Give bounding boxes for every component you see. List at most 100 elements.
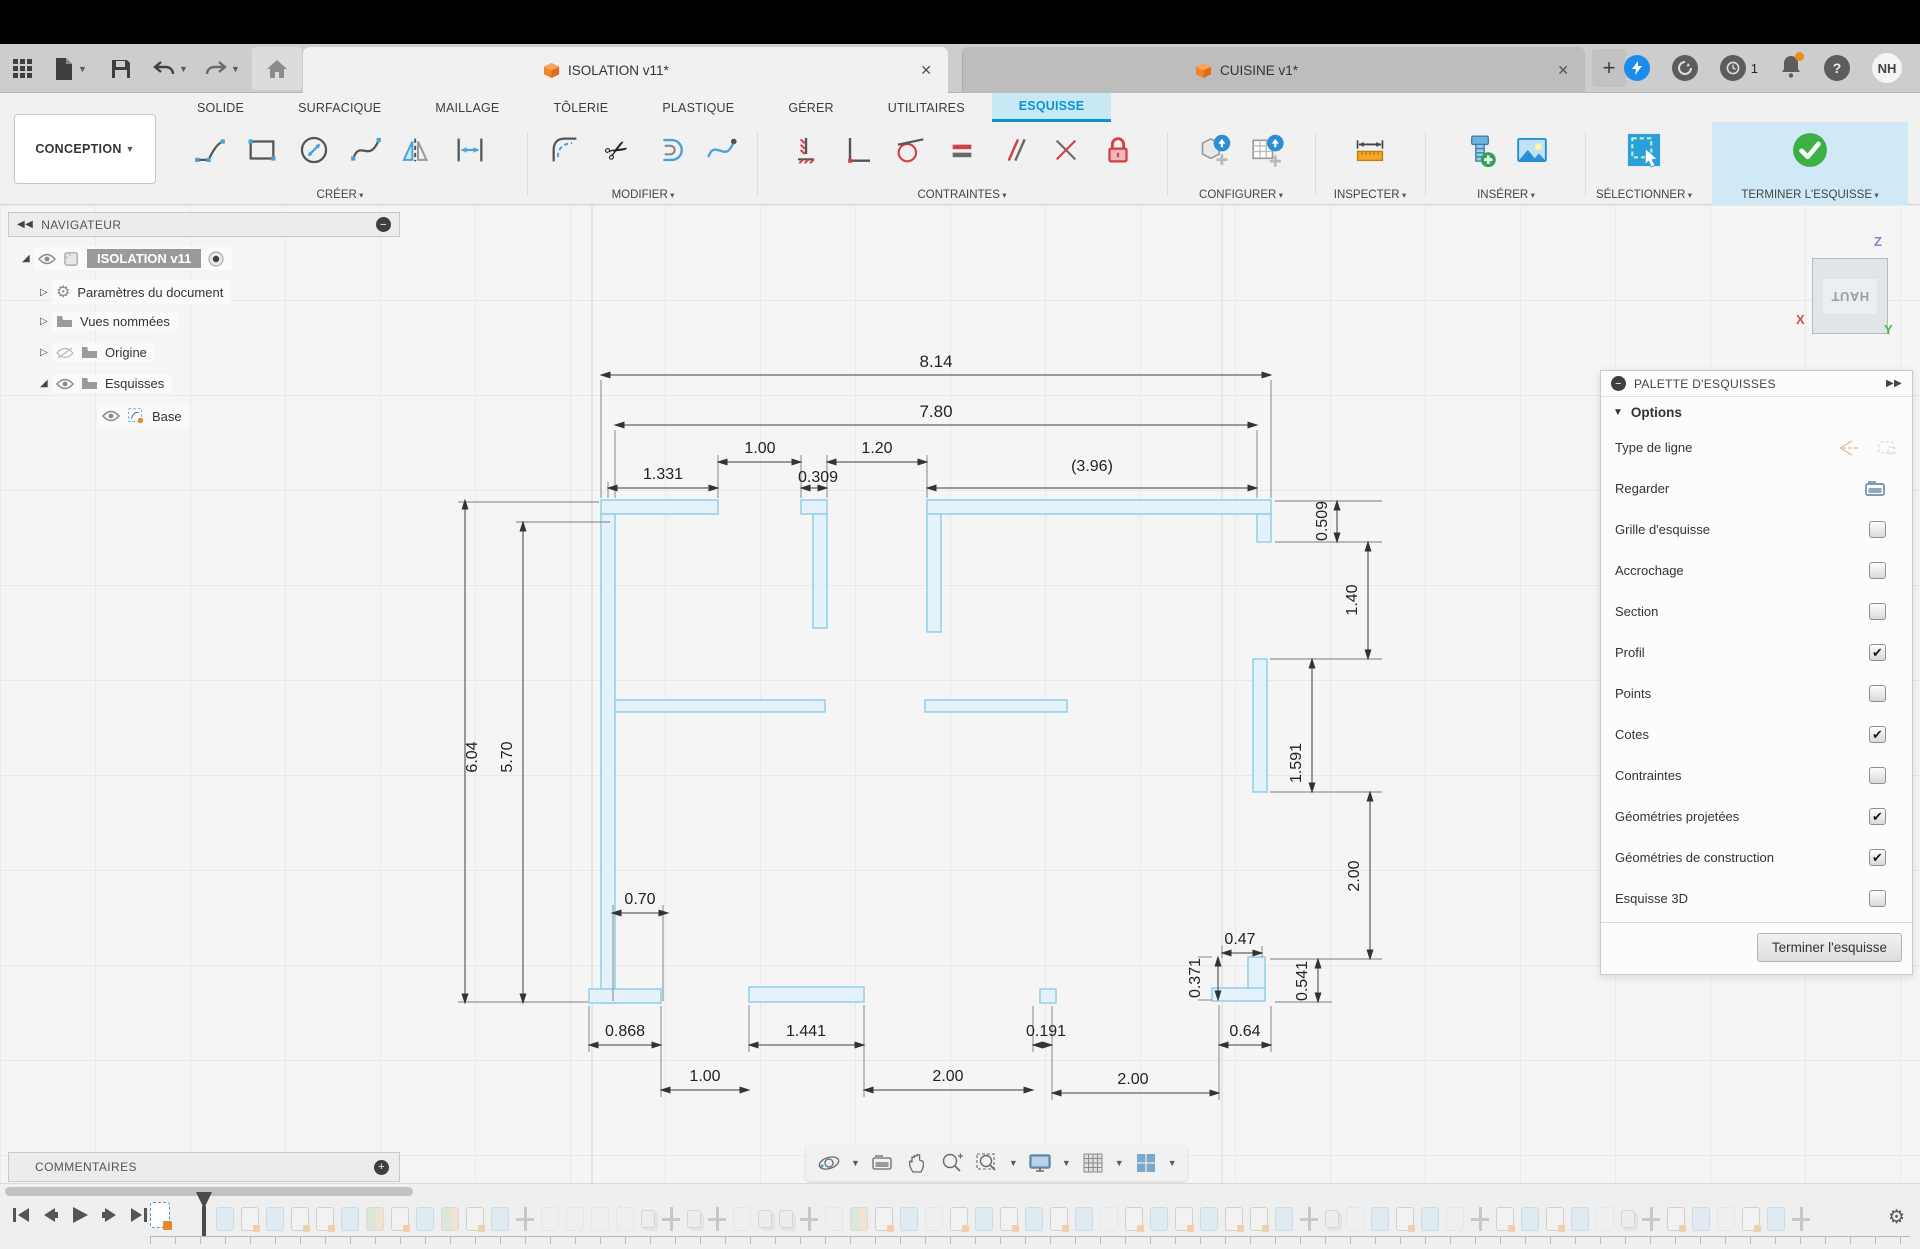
- task-clock[interactable]: 1: [1720, 55, 1758, 81]
- dim-0-64[interactable]: 0.64: [1229, 1023, 1260, 1040]
- timeline-feature-body[interactable]: [1025, 1207, 1043, 1231]
- edit-spline-button[interactable]: [698, 127, 744, 173]
- tab-esquisse[interactable]: ESQUISSE: [992, 93, 1112, 122]
- collapse-panel-icon[interactable]: ◀◀: [17, 219, 33, 230]
- zoom-window-caret[interactable]: ▼: [1009, 1158, 1018, 1168]
- palette-section-options[interactable]: ▼ Options: [1601, 397, 1912, 427]
- grid-checkbox[interactable]: [1869, 521, 1886, 538]
- visibility-eye-icon[interactable]: [102, 410, 120, 422]
- timeline-feature-body[interactable]: [1767, 1207, 1785, 1231]
- dim-1-20[interactable]: 1.20: [861, 440, 892, 457]
- timeline-feature-select[interactable]: [733, 1207, 751, 1231]
- file-menu-button[interactable]: ▼: [54, 52, 87, 86]
- undo-button[interactable]: ▼: [152, 52, 188, 86]
- dim-1-00-bottom[interactable]: 1.00: [689, 1068, 720, 1085]
- display-settings-caret[interactable]: ▼: [1062, 1158, 1071, 1168]
- group-label-terminer[interactable]: TERMINER L'ESQUISSE: [1712, 189, 1908, 201]
- snap-checkbox[interactable]: [1869, 562, 1886, 579]
- dim-6-04[interactable]: 6.04: [464, 741, 481, 772]
- timeline-feature-sketch[interactable]: [291, 1207, 309, 1231]
- visibility-eye-icon[interactable]: [56, 378, 74, 390]
- timeline-feature-body[interactable]: [216, 1207, 234, 1231]
- viewports-caret[interactable]: ▼: [1168, 1158, 1177, 1168]
- timeline-feature-body[interactable]: [1275, 1207, 1293, 1231]
- timeline-feature-copy[interactable]: [641, 1210, 655, 1228]
- doc-tab-isolation[interactable]: ISOLATION v11* ✕: [303, 47, 948, 93]
- timeline-feature-copy[interactable]: [758, 1210, 772, 1228]
- dim-1-40[interactable]: 1.40: [1344, 584, 1361, 615]
- timeline-feature-body[interactable]: [1371, 1207, 1389, 1231]
- timeline-feature-body[interactable]: [975, 1207, 993, 1231]
- cotes-checkbox[interactable]: [1869, 726, 1886, 743]
- dim-1-00-top[interactable]: 1.00: [744, 440, 775, 457]
- help-icon[interactable]: ?: [1824, 55, 1850, 81]
- timeline-feature-pages[interactable]: [366, 1207, 384, 1231]
- tree-item-root[interactable]: ◢ ISOLATION v11: [22, 247, 232, 270]
- collapsed-arrow-icon[interactable]: ▷: [40, 287, 52, 298]
- expanded-arrow-icon[interactable]: ◢: [22, 253, 34, 264]
- notifications-button[interactable]: [1780, 54, 1802, 83]
- zoom-button[interactable]: [939, 1150, 965, 1176]
- timeline-feature-sketch[interactable]: [241, 1207, 259, 1231]
- timeline-settings-gear-icon[interactable]: ⚙: [1888, 1206, 1905, 1229]
- dim-0-191[interactable]: 0.191: [1026, 1023, 1066, 1040]
- contraintes-checkbox[interactable]: [1869, 767, 1886, 784]
- collapsed-arrow-icon[interactable]: ▷: [40, 347, 52, 358]
- timeline-feature-sketch[interactable]: [1396, 1207, 1414, 1231]
- timeline-feature-pages[interactable]: [441, 1207, 459, 1231]
- dim-0-70[interactable]: 0.70: [624, 891, 655, 908]
- tree-item-label[interactable]: Origine: [105, 345, 147, 360]
- dim-2-00-bottom-right[interactable]: 2.00: [1117, 1071, 1148, 1088]
- timeline-feature-copy[interactable]: [779, 1210, 793, 1228]
- dim-0-868[interactable]: 0.868: [605, 1023, 645, 1040]
- finish-sketch-button[interactable]: [1787, 127, 1833, 173]
- dock-palette-icon[interactable]: ▶▶: [1886, 378, 1902, 389]
- timeline-feature-body[interactable]: [1150, 1207, 1168, 1231]
- viewports-button[interactable]: [1133, 1150, 1159, 1176]
- timeline-feature-select[interactable]: [1346, 1207, 1364, 1231]
- timeline-feature-move[interactable]: [1471, 1207, 1489, 1231]
- display-settings-button[interactable]: [1027, 1150, 1053, 1176]
- dim-8-14[interactable]: 8.14: [919, 352, 952, 371]
- lock-constraint-button[interactable]: [1095, 127, 1141, 173]
- timeline-feature-sketch[interactable]: [1175, 1207, 1193, 1231]
- insert-image-button[interactable]: [1509, 127, 1555, 173]
- zoom-window-button[interactable]: [974, 1150, 1000, 1176]
- measure-tool-button[interactable]: [1347, 127, 1393, 173]
- expanded-arrow-icon[interactable]: ◢: [40, 378, 52, 389]
- timeline-feature-pages[interactable]: [850, 1207, 868, 1231]
- timeline-feature-select[interactable]: [566, 1207, 584, 1231]
- group-label-contraintes[interactable]: CONTRAINTES: [762, 189, 1162, 201]
- skip-end-button[interactable]: [128, 1206, 148, 1224]
- offset-tool-button[interactable]: [646, 127, 692, 173]
- tab-plastique[interactable]: PLASTIQUE: [635, 93, 761, 122]
- timeline-feature-body[interactable]: [266, 1207, 284, 1231]
- group-label-inspecter[interactable]: INSPECTER: [1320, 189, 1420, 201]
- extension-icon[interactable]: [1624, 55, 1650, 81]
- timeline-feature-sketch[interactable]: [316, 1207, 334, 1231]
- home-view-button[interactable]: [252, 47, 302, 90]
- collapsed-arrow-icon[interactable]: ▷: [40, 316, 52, 327]
- dim-1-331[interactable]: 1.331: [643, 466, 683, 483]
- construction-lines[interactable]: [592, 205, 1222, 1183]
- workspace-selector[interactable]: CONCEPTION ▼: [14, 114, 156, 184]
- close-tab-icon[interactable]: ✕: [1557, 62, 1569, 79]
- timeline-feature-move[interactable]: [1300, 1207, 1318, 1231]
- select-tool-button[interactable]: [1621, 127, 1667, 173]
- dim-2-00-bottom-left[interactable]: 2.00: [932, 1068, 963, 1085]
- timeline-feature-sketch[interactable]: [875, 1207, 893, 1231]
- orbit-button[interactable]: [816, 1150, 842, 1176]
- timeline-feature-move[interactable]: [662, 1207, 680, 1231]
- redo-button[interactable]: ▼: [204, 52, 240, 86]
- palette-header[interactable]: − PALETTE D'ESQUISSES ▶▶: [1601, 371, 1912, 397]
- activate-radio-icon[interactable]: [208, 251, 224, 267]
- timeline-feature-sketch[interactable]: [1742, 1207, 1760, 1231]
- dim-1-441[interactable]: 1.441: [786, 1023, 826, 1040]
- tree-item-base-sketch[interactable]: Base: [98, 405, 190, 427]
- timeline-feature-move[interactable]: [516, 1207, 534, 1231]
- centerline-icon[interactable]: [1838, 438, 1862, 458]
- fix-constraint-button[interactable]: [783, 127, 829, 173]
- step-back-button[interactable]: [41, 1206, 61, 1224]
- configure-feature-button[interactable]: [1192, 127, 1238, 173]
- timeline-feature-select[interactable]: [1717, 1207, 1735, 1231]
